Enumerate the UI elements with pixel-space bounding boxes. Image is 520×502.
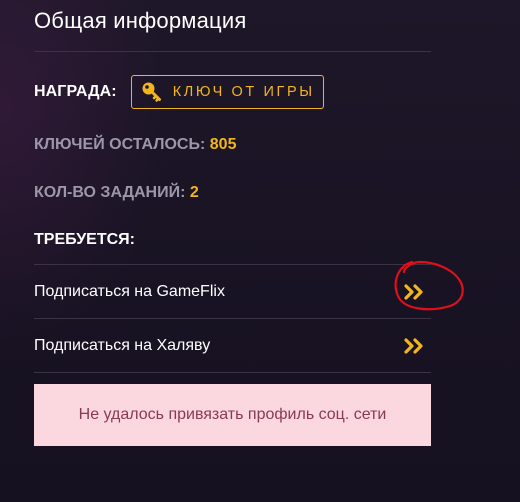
general-info-panel: Общая информация НАГРАДА: КЛЮЧ ОТ ИГРЫ К… xyxy=(34,0,431,446)
game-key-label: КЛЮЧ ОТ ИГРЫ xyxy=(172,84,315,100)
tasks-count-label: КОЛ-ВО ЗАДАНИЙ: xyxy=(34,184,186,201)
tasks-count-stat: КОЛ-ВО ЗАДАНИЙ: 2 xyxy=(34,183,431,203)
task-label: Подписаться на Халяву xyxy=(34,336,211,354)
tasks-count-value: 2 xyxy=(189,184,199,201)
game-key-badge: КЛЮЧ ОТ ИГРЫ xyxy=(130,75,324,109)
section-title: Общая информация xyxy=(34,8,247,33)
task-subscribe-halyava[interactable]: Подписаться на Халяву xyxy=(34,319,431,373)
title-divider xyxy=(34,51,431,52)
key-icon xyxy=(141,81,163,103)
red-annotation-circle xyxy=(394,260,464,311)
reward-label: НАГРАДА: xyxy=(34,83,117,100)
task-subscribe-gameflix[interactable]: Подписаться на GameFlix xyxy=(34,265,431,319)
keys-left-value: 805 xyxy=(209,136,237,153)
task-label: Подписаться на GameFlix xyxy=(34,282,225,300)
error-alert: Не удалось привязать профиль соц. сети xyxy=(34,384,431,446)
double-chevron-right-icon[interactable] xyxy=(403,337,425,355)
keys-left-stat: КЛЮЧЕЙ ОСТАЛОСЬ: 805 xyxy=(34,135,431,155)
keys-left-label: КЛЮЧЕЙ ОСТАЛОСЬ: xyxy=(34,136,206,153)
requirements-heading: ТРЕБУЕТСЯ: xyxy=(34,231,135,248)
reward-row: НАГРАДА: КЛЮЧ ОТ ИГРЫ xyxy=(34,74,431,110)
